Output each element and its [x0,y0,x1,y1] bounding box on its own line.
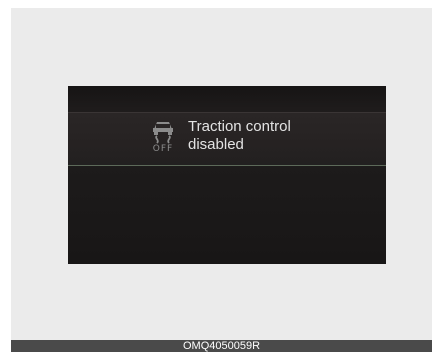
display-lower-area [68,166,386,264]
off-label: OFF [152,144,174,154]
cluster-display: OFF Traction control disabled [68,86,386,264]
message-line-2: disabled [188,136,244,153]
traction-control-off-icon: OFF [148,118,178,160]
display-top-strip [68,86,386,112]
warning-message-band: OFF Traction control disabled [68,112,386,166]
image-code: OMQ4050059R [182,340,261,352]
footer-bar: OMQ4050059R [11,340,432,352]
warning-message: Traction control disabled [188,118,291,154]
message-line-1: Traction control [188,118,291,135]
car-skid-icon [153,122,173,144]
